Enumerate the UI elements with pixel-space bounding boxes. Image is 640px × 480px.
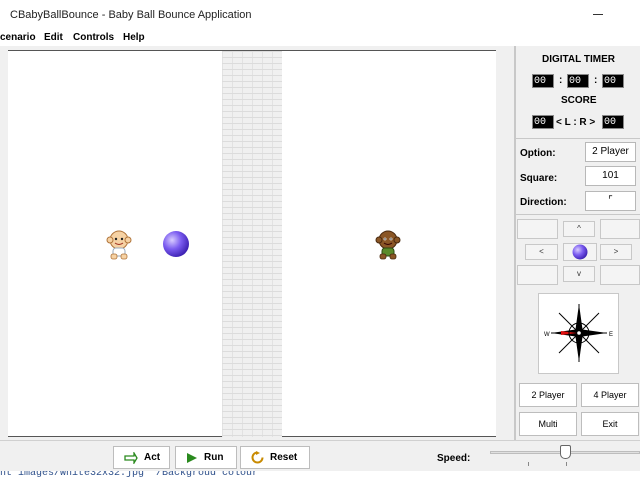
timer-title: DIGITAL TIMER [542,54,615,65]
menu-controls[interactable]: Controls [73,32,114,43]
panel-separator [514,46,516,440]
two-player-button[interactable]: 2 Player [519,383,577,407]
minimize-button[interactable] [590,6,606,22]
score-left: 00 [532,115,554,129]
pad-blank-bl [517,265,558,285]
pad-blank-tr [600,219,640,239]
compass-e: E [609,332,613,338]
baby-right-icon [375,230,401,260]
timer-minutes: 00 [567,74,589,88]
brick-wall [222,51,282,437]
window-title: CBabyBallBounce - Baby Ball Bounce Appli… [10,9,252,21]
pad-blank-br [600,265,640,285]
timer-sep-1: : [559,75,563,86]
compass-w: W [544,332,550,338]
status-strip: nt images/white32x32.jpg "/Backgroud col… [0,471,640,480]
exit-button[interactable]: Exit [581,412,639,436]
timer-seconds: 00 [602,74,624,88]
reset-button[interactable]: Reset [240,446,310,469]
compass: W E [538,293,619,374]
option-field: 2 Player [585,142,636,162]
pad-blank-tl [517,219,558,239]
speed-slider-thumb[interactable] [560,445,571,459]
ball-icon [163,231,189,257]
status-text: nt images/white32x32.jpg "/Backgroud col… [0,471,265,479]
game-world[interactable] [8,50,496,437]
score-sep: < L : R > [556,117,596,128]
act-label: Act [144,452,161,463]
score-title: SCORE [561,95,597,106]
pad-down-button[interactable]: v [563,266,595,282]
run-button[interactable]: Run [175,446,237,469]
menu-bar: cenario Edit Controls Help [0,30,640,46]
four-player-button[interactable]: 4 Player [581,383,639,407]
play-icon [187,452,197,463]
menu-scenario[interactable]: cenario [0,32,36,43]
square-label: Square: [520,173,558,184]
title-bar: CBabyBallBounce - Baby Ball Bounce Appli… [0,0,640,30]
slider-tick [566,462,567,466]
option-label: Option: [520,148,556,159]
multi-button[interactable]: Multi [519,412,577,436]
pad-right-button[interactable]: > [600,244,632,260]
score-right: 00 [602,115,624,129]
slider-tick [528,462,529,466]
pad-up-button[interactable]: ^ [563,221,595,237]
control-bar [0,440,640,470]
run-label[interactable]: Run [204,452,223,463]
square-field: 101 [585,166,636,186]
act-arrow-icon [124,451,138,464]
pad-left-button[interactable]: < [525,244,558,260]
act-button[interactable]: Act [113,446,170,469]
menu-edit[interactable]: Edit [44,32,63,43]
pad-center [563,243,597,261]
divider [516,138,640,139]
compass-rose-icon: W E [544,304,613,362]
timer-hours: 00 [532,74,554,88]
speed-label: Speed: [437,453,471,464]
baby-left-icon [106,230,132,260]
reset-icon [251,451,264,464]
menu-help[interactable]: Help [123,32,145,43]
direction-field: ⌜ [585,191,636,211]
divider [516,214,640,215]
reset-label: Reset [270,452,298,463]
direction-label: Direction: [520,197,567,208]
ball-icon [572,244,588,260]
timer-sep-2: : [594,75,598,86]
